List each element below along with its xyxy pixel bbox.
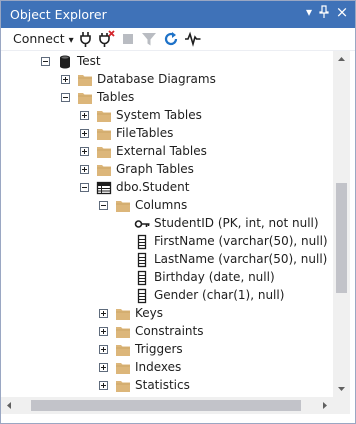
scroll-down-icon[interactable] [336, 383, 347, 394]
expand-icon[interactable] [80, 129, 89, 138]
collapse-icon[interactable] [80, 183, 89, 192]
tree-node-label: Gender (char(1), null) [154, 288, 285, 302]
database-icon [57, 54, 73, 70]
tree-node-dbo-student[interactable]: dbo.Student [1, 179, 333, 197]
folder-icon [96, 126, 112, 142]
vertical-scrollbar[interactable] [333, 51, 350, 397]
tree-node-external-tables[interactable]: External Tables [1, 143, 333, 161]
expand-icon[interactable] [61, 75, 70, 84]
chevron-down-icon: ▾ [68, 35, 74, 46]
collapse-icon[interactable] [99, 201, 108, 210]
vertical-scroll-thumb[interactable] [336, 183, 347, 293]
refresh-icon[interactable] [162, 30, 180, 48]
tree-node-keys[interactable]: Keys [1, 305, 333, 323]
connect-dropdown-button[interactable]: Connect ▾ [13, 31, 74, 46]
key-icon [134, 216, 150, 232]
tree-node-indexes[interactable]: Indexes [1, 359, 333, 377]
tree-node-label: FirstName (varchar(50), null) [154, 234, 328, 248]
folder-icon [77, 90, 93, 106]
tree-node-tables[interactable]: Tables [1, 89, 333, 107]
tree-node-label: StudentID (PK, int, not null) [154, 216, 319, 230]
tree-node-columns[interactable]: Columns [1, 197, 333, 215]
tree-node-label: Birthday (date, null) [154, 270, 275, 284]
folder-icon [115, 324, 131, 340]
tree-node-label: Database Diagrams [97, 72, 216, 86]
scroll-left-icon[interactable] [4, 400, 15, 411]
window-position-dropdown-icon[interactable]: ▾ [302, 5, 316, 19]
disconnect-icon[interactable] [97, 30, 115, 48]
folder-icon [96, 162, 112, 178]
tree-node-label: External Tables [116, 144, 207, 158]
tree-node-statistics[interactable]: Statistics [1, 377, 333, 395]
folder-icon [96, 144, 112, 160]
tree-node-filetables[interactable]: FileTables [1, 125, 333, 143]
tree-node-label: Test [77, 54, 101, 68]
folder-icon [115, 198, 131, 214]
expand-icon[interactable] [99, 309, 108, 318]
connect-object-icon[interactable] [77, 30, 95, 48]
folder-icon [77, 72, 93, 88]
tree-node-label: Indexes [135, 360, 182, 374]
scrollbar-corner [333, 397, 350, 414]
expand-icon[interactable] [99, 327, 108, 336]
connect-label: Connect [13, 31, 65, 46]
folder-icon [96, 108, 112, 124]
folder-icon [115, 306, 131, 322]
tree-node-lastname-varchar-50-null[interactable]: LastName (varchar(50), null) [1, 251, 333, 269]
stop-icon[interactable] [119, 30, 137, 48]
object-tree: Test Database Diagrams Tables System Tables… [1, 51, 333, 397]
close-icon[interactable]: × [335, 3, 349, 21]
expand-icon[interactable] [99, 381, 108, 390]
tree-node-firstname-varchar-50-null[interactable]: FirstName (varchar(50), null) [1, 233, 333, 251]
tree-node-label: LastName (varchar(50), null) [154, 252, 328, 266]
filter-icon[interactable] [140, 30, 158, 48]
folder-icon [115, 342, 131, 358]
object-explorer-window: Object Explorer ▾ × Connect ▾ Test Datab… [0, 0, 356, 424]
tree-node-database-diagrams[interactable]: Database Diagrams [1, 71, 333, 89]
tree-node-test[interactable]: Test [1, 53, 333, 71]
tree-node-label: Columns [135, 198, 188, 212]
tree-node-triggers[interactable]: Triggers [1, 341, 333, 359]
tree-node-label: FileTables [116, 126, 174, 140]
tree-node-graph-tables[interactable]: Graph Tables [1, 161, 333, 179]
expand-icon[interactable] [80, 147, 89, 156]
window-title: Object Explorer [10, 7, 107, 22]
auto-hide-pin-icon[interactable] [317, 5, 331, 22]
tree-node-label: Keys [135, 306, 164, 320]
toolbar: Connect ▾ [1, 28, 355, 51]
tree-node-label: System Tables [116, 108, 202, 122]
tree-node-label: Tables [97, 90, 135, 104]
tree-node-label: Constraints [135, 324, 204, 338]
horizontal-scrollbar[interactable] [1, 397, 350, 414]
title-bar: Object Explorer ▾ × [1, 1, 355, 28]
folder-icon [115, 378, 131, 394]
tree-node-label: dbo.Student [116, 180, 190, 194]
table-icon [96, 180, 112, 196]
activity-monitor-icon[interactable] [184, 30, 202, 48]
column-icon [134, 234, 150, 250]
tree-node-label: Statistics [135, 378, 190, 392]
column-icon [134, 252, 150, 268]
tree-node-label: Triggers [135, 342, 183, 356]
expand-icon[interactable] [99, 345, 108, 354]
scroll-right-icon[interactable] [319, 400, 330, 411]
expand-icon[interactable] [99, 363, 108, 372]
tree-node-gender-char-1-null[interactable]: Gender (char(1), null) [1, 287, 333, 305]
expand-icon[interactable] [80, 165, 89, 174]
scroll-up-icon[interactable] [336, 54, 347, 65]
collapse-icon[interactable] [41, 57, 50, 66]
column-icon [134, 270, 150, 286]
tree-node-birthday-date-null[interactable]: Birthday (date, null) [1, 269, 333, 287]
horizontal-scroll-thumb[interactable] [31, 400, 301, 411]
column-icon [134, 288, 150, 304]
tree-node-label: Graph Tables [116, 162, 194, 176]
expand-icon[interactable] [80, 111, 89, 120]
collapse-icon[interactable] [61, 93, 70, 102]
tree-node-studentid-pk-int-not-null[interactable]: StudentID (PK, int, not null) [1, 215, 333, 233]
tree-node-constraints[interactable]: Constraints [1, 323, 333, 341]
tree-node-system-tables[interactable]: System Tables [1, 107, 333, 125]
folder-icon [115, 360, 131, 376]
